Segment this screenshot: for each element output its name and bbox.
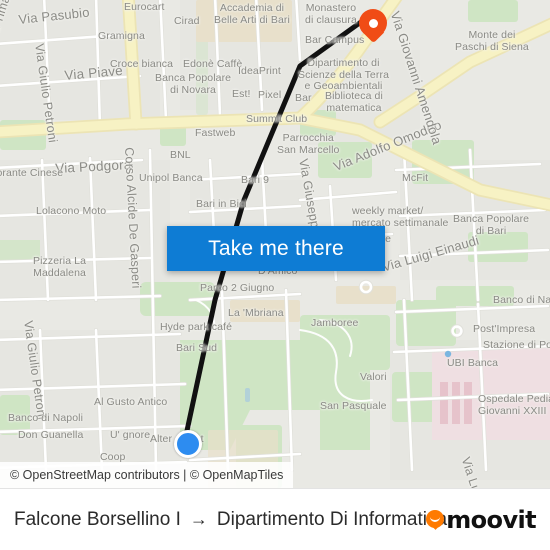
route-destination-label: Dipartimento Di Informatica bbox=[216, 509, 448, 530]
destination-pin-hole bbox=[368, 18, 378, 28]
map-attribution: © OpenStreetMap contributors | © OpenMap… bbox=[0, 462, 294, 488]
route-title: Falcone Borsellino I → Dipartimento Di I… bbox=[14, 509, 447, 531]
map-attribution-text[interactable]: © OpenStreetMap contributors | © OpenMap… bbox=[10, 468, 283, 482]
moovit-pin-icon bbox=[426, 509, 445, 531]
moovit-logo[interactable]: moovit bbox=[426, 506, 537, 534]
moovit-trip-map-screen: .rdM{stroke:#f7f2c4;stroke-linecap:round… bbox=[0, 0, 550, 550]
take-me-there-button[interactable]: Take me there bbox=[167, 226, 385, 271]
origin-location-dot[interactable] bbox=[174, 430, 202, 458]
destination-pin[interactable] bbox=[359, 9, 387, 49]
map-canvas[interactable]: .rdM{stroke:#f7f2c4;stroke-linecap:round… bbox=[0, 0, 550, 488]
moovit-wordmark: moovit bbox=[446, 506, 536, 534]
trip-footer-bar: Falcone Borsellino I → Dipartimento Di I… bbox=[0, 488, 550, 550]
route-origin-label: Falcone Borsellino I bbox=[14, 509, 181, 530]
arrow-right-icon: → bbox=[189, 509, 208, 529]
